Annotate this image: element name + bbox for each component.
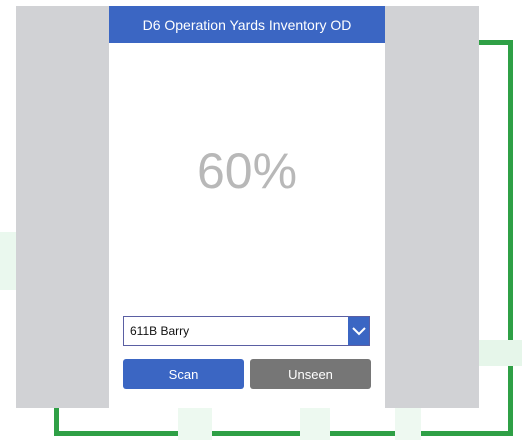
side-panel-left [16, 6, 109, 408]
app-header: D6 Operation Yards Inventory OD [109, 6, 385, 43]
dropdown-selected-value: 611B Barry [130, 324, 190, 338]
app-title: D6 Operation Yards Inventory OD [142, 16, 352, 33]
progress-percentage: 60% [196, 143, 298, 199]
app-screen: D6 Operation Yards Inventory OD 60% 611B… [109, 6, 385, 408]
unseen-button[interactable]: Unseen [250, 359, 371, 389]
background-watermark [300, 408, 330, 440]
background-watermark [178, 408, 212, 440]
scan-button-label: Scan [168, 366, 199, 382]
chevron-down-icon[interactable] [348, 317, 369, 345]
side-panel-right [385, 6, 479, 408]
location-dropdown[interactable]: 611B Barry [123, 316, 370, 346]
background-watermark [395, 408, 421, 440]
scan-button[interactable]: Scan [123, 359, 244, 389]
background-block [0, 232, 16, 290]
unseen-button-label: Unseen [288, 366, 333, 382]
